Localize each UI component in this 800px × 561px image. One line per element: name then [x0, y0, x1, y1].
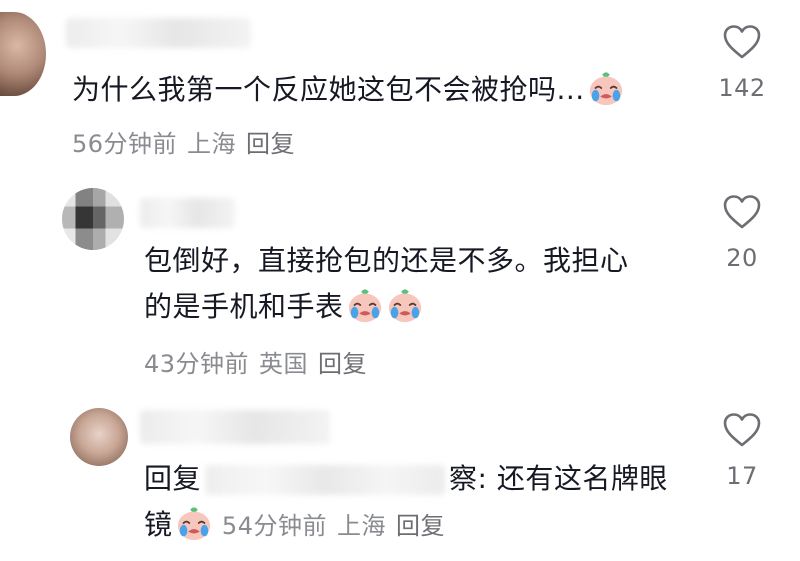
comment-time: 56分钟前: [72, 130, 178, 158]
comment-text: 为什么我第一个反应她这包不会被抢吗...: [72, 67, 692, 113]
reply-button[interactable]: 回复: [246, 130, 295, 158]
avatar[interactable]: [0, 12, 46, 96]
like-button[interactable]: 17: [702, 412, 782, 490]
crying-face-emoji: [388, 289, 421, 323]
comment-body-line2: 镜: [144, 508, 173, 541]
avatar[interactable]: [70, 408, 128, 466]
comment-time: 43分钟前: [144, 350, 250, 378]
reply-button[interactable]: 回复: [318, 350, 367, 378]
reply-button[interactable]: 回复: [396, 512, 445, 540]
comment-meta: 54分钟前 上海 回复: [222, 512, 455, 540]
username-blurred[interactable]: [66, 18, 251, 48]
comment-body: 为什么我第一个反应她这包不会被抢吗...: [72, 73, 585, 106]
comment-text: 包倒好，直接抢包的还是不多。我担心 的是手机和手表: [144, 238, 684, 330]
comment-body-line2: 的是手机和手表: [144, 290, 344, 323]
comment-location: 上海: [187, 130, 237, 158]
reply-prefix: 回复: [144, 462, 202, 495]
like-button[interactable]: 142: [702, 24, 782, 102]
heart-outline-icon: [723, 25, 761, 59]
heart-outline-icon: [723, 195, 761, 229]
comment-meta: 56分钟前 上海 回复: [72, 124, 305, 159]
comment-body-line1: 包倒好，直接抢包的还是不多。我担心: [144, 244, 629, 277]
crying-face-emoji: [589, 72, 622, 106]
like-button[interactable]: 20: [702, 194, 782, 272]
comment-text: 回复 察: 还有这名牌眼镜 54分钟前 上海 回复: [144, 456, 684, 549]
comment-location: 上海: [336, 512, 386, 540]
crying-face-emoji: [177, 507, 210, 541]
mention-tail: 察: [449, 462, 478, 495]
crying-face-emoji: [348, 289, 381, 323]
avatar[interactable]: [62, 188, 124, 250]
username-blurred[interactable]: [140, 198, 235, 228]
comment-meta: 43分钟前 英国 回复: [144, 344, 377, 379]
heart-outline-icon: [723, 413, 761, 447]
like-count: 17: [726, 462, 758, 490]
like-count: 142: [718, 74, 766, 102]
comment-location: 英国: [259, 350, 309, 378]
comment-time: 54分钟前: [221, 512, 327, 540]
username-blurred[interactable]: [140, 410, 330, 444]
comment-body-line1: : 还有这名牌眼: [477, 462, 668, 495]
mention-blurred[interactable]: [205, 465, 446, 495]
like-count: 20: [726, 244, 758, 272]
